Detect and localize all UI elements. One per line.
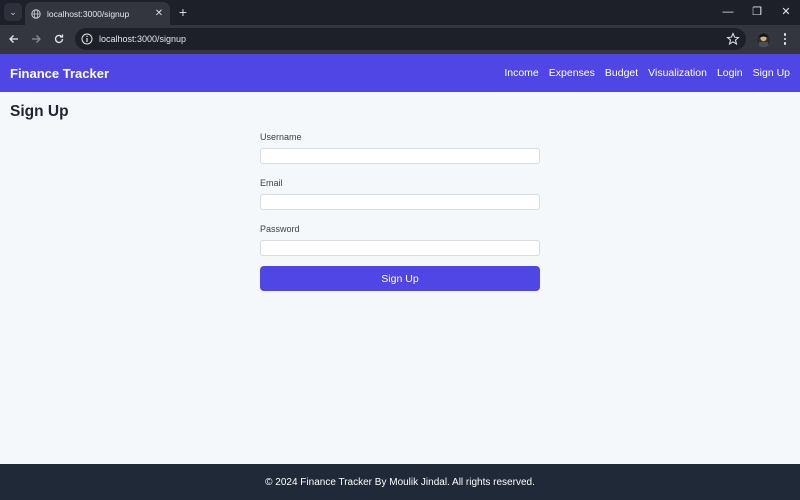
- signup-submit-button[interactable]: Sign Up: [260, 266, 540, 291]
- globe-icon: [31, 8, 41, 19]
- forward-button[interactable]: [28, 31, 44, 47]
- browser-tab-bar: ⌄ localhost:3000/signup ✕ + — ❐ ✕: [0, 0, 800, 25]
- brand-logo[interactable]: Finance Tracker: [10, 66, 109, 81]
- email-input[interactable]: [260, 194, 540, 210]
- browser-toolbar: localhost:3000/signup: [0, 25, 800, 54]
- new-tab-button[interactable]: +: [176, 4, 190, 20]
- tab-list-button[interactable]: ⌄: [4, 3, 22, 21]
- password-input[interactable]: [260, 240, 540, 256]
- address-bar[interactable]: localhost:3000/signup: [75, 28, 746, 50]
- info-icon: [81, 33, 93, 45]
- nav-link-income[interactable]: Income: [504, 67, 538, 79]
- nav-link-signup[interactable]: Sign Up: [753, 67, 790, 79]
- chevron-down-icon: ⌄: [9, 6, 17, 17]
- forward-icon: [32, 35, 41, 43]
- minimize-button[interactable]: —: [718, 4, 738, 20]
- browser-tab[interactable]: localhost:3000/signup ✕: [25, 2, 170, 25]
- page-footer: © 2024 Finance Tracker By Moulik Jindal.…: [0, 464, 800, 500]
- menu-icon[interactable]: [778, 31, 792, 47]
- username-label: Username: [260, 132, 302, 142]
- star-icon[interactable]: [726, 32, 740, 46]
- profile-icon: [756, 32, 771, 47]
- close-window-button[interactable]: ✕: [776, 4, 796, 20]
- username-input[interactable]: [260, 148, 540, 164]
- reload-icon: [54, 34, 64, 44]
- tab-title: localhost:3000/signup: [47, 8, 130, 19]
- close-tab-icon[interactable]: ✕: [152, 8, 166, 19]
- back-button[interactable]: [6, 31, 22, 47]
- nav-link-expenses[interactable]: Expenses: [549, 67, 595, 79]
- reload-button[interactable]: [51, 31, 67, 47]
- back-icon: [9, 35, 18, 43]
- nav-link-login[interactable]: Login: [717, 67, 743, 79]
- url-text: localhost:3000/signup: [99, 34, 187, 44]
- nav-links: Income Expenses Budget Visualization Log…: [504, 67, 790, 79]
- footer-copyright: © 2024 Finance Tracker By Moulik Jindal.…: [265, 476, 535, 488]
- restore-button[interactable]: ❐: [747, 4, 767, 20]
- signup-form: Username Email Password Sign Up: [260, 132, 540, 291]
- nav-link-visualization[interactable]: Visualization: [648, 67, 707, 79]
- nav-link-budget[interactable]: Budget: [605, 67, 638, 79]
- page-title: Sign Up: [10, 103, 69, 120]
- profile-avatar[interactable]: [756, 32, 771, 47]
- email-label: Email: [260, 178, 283, 188]
- password-label: Password: [260, 224, 300, 234]
- app-navbar: Finance Tracker Income Expenses Budget V…: [0, 54, 800, 92]
